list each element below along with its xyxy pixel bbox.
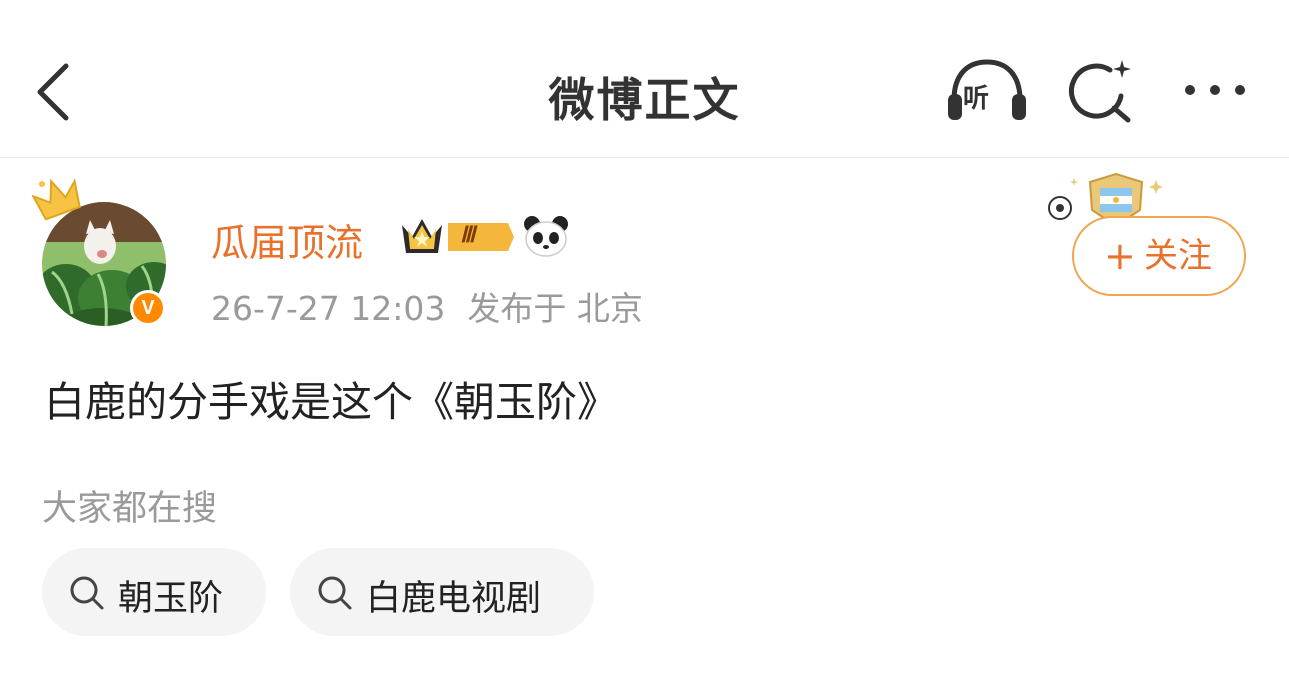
post-text: 白鹿的分手戏是这个《朝玉阶》	[44, 378, 618, 426]
more-dots-icon	[1185, 85, 1245, 95]
author-avatar-group: V	[32, 174, 174, 334]
more-button[interactable]	[1178, 70, 1252, 110]
search-button[interactable]	[1064, 56, 1138, 126]
listen-label: 听	[963, 84, 990, 114]
vip-crown-icon	[402, 219, 514, 253]
post-time: 26-7-27 12:03	[211, 289, 446, 328]
author-name[interactable]: 瓜届顶流	[211, 212, 363, 267]
search-icon	[318, 576, 352, 610]
trending-searches-heading: 大家都在搜	[42, 489, 218, 529]
vip-level: Ⅲ	[460, 222, 476, 247]
search-chip[interactable]: 白鹿电视剧	[290, 548, 594, 636]
post-meta: 26-7-27 12:03 发布于 北京	[211, 282, 643, 330]
search-chip-label: 白鹿电视剧	[366, 579, 542, 619]
search-chip-label: 朝玉阶	[118, 579, 224, 619]
crown-icon	[32, 178, 81, 221]
top-bar: 微博正文 听	[0, 0, 1289, 158]
ai-search-icon	[1069, 60, 1131, 123]
verified-badge: V	[130, 290, 166, 326]
search-chip[interactable]: 朝玉阶	[42, 548, 266, 636]
follow-label: 关注	[1144, 236, 1212, 276]
search-icon	[70, 576, 104, 610]
vip-level-badge[interactable]: Ⅲ	[398, 215, 516, 259]
post-location: 发布于 北京	[467, 289, 643, 328]
plus-icon: +	[1104, 234, 1136, 278]
listen-button[interactable]: 听	[944, 56, 1030, 126]
panda-icon	[524, 216, 568, 257]
follow-button[interactable]: + 关注	[1072, 216, 1246, 296]
